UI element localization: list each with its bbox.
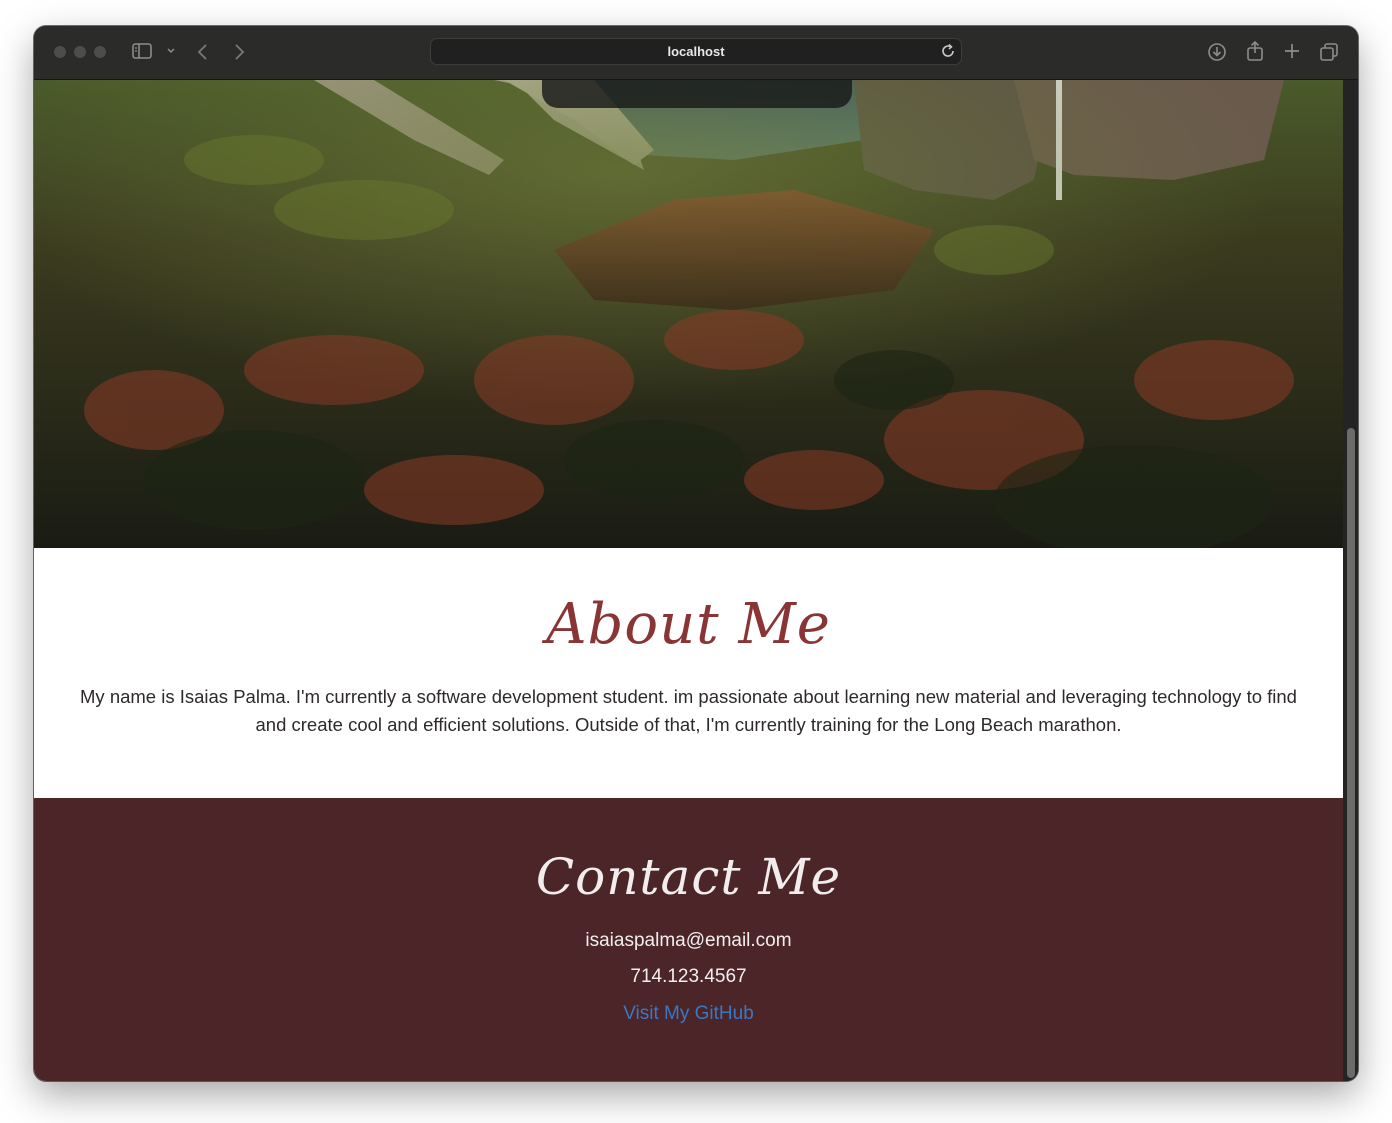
tab-overview-icon[interactable]	[1319, 42, 1339, 62]
sidebar-icon[interactable]	[132, 42, 152, 60]
back-icon[interactable]	[196, 42, 210, 62]
close-window-button[interactable]	[54, 46, 66, 58]
share-icon[interactable]	[1246, 40, 1264, 62]
contact-phone: 714.123.4567	[630, 966, 747, 987]
url-text[interactable]: localhost	[431, 44, 961, 59]
chevron-down-icon[interactable]	[166, 44, 176, 58]
zoom-window-button[interactable]	[94, 46, 106, 58]
nav-bar	[542, 80, 852, 108]
page-viewport: About Me My name is Isaias Palma. I'm cu…	[34, 80, 1343, 1081]
reload-icon[interactable]	[940, 43, 956, 64]
vertical-scrollbar[interactable]	[1343, 80, 1358, 1081]
forward-icon[interactable]	[232, 42, 246, 62]
contact-section: Contact Me isaiaspalma@email.com 714.123…	[34, 798, 1343, 1081]
about-paragraph: My name is Isaias Palma. I'm currently a…	[80, 686, 1297, 735]
browser-window: localhost About Me My name is Isaias Pal…	[34, 26, 1358, 1081]
about-heading: About Me	[546, 592, 831, 657]
github-link[interactable]: Visit My GitHub	[34, 1003, 1343, 1025]
contact-heading: Contact Me	[535, 848, 842, 906]
browser-toolbar: localhost	[34, 26, 1358, 80]
download-icon[interactable]	[1207, 42, 1227, 62]
address-bar[interactable]: localhost	[430, 38, 962, 65]
scrollbar-thumb[interactable]	[1347, 428, 1355, 1078]
minimize-window-button[interactable]	[74, 46, 86, 58]
hero-landscape-image	[34, 80, 1343, 548]
new-tab-icon[interactable]	[1283, 42, 1301, 60]
contact-email: isaiaspalma@email.com	[585, 930, 792, 951]
about-section: About Me My name is Isaias Palma. I'm cu…	[34, 548, 1343, 798]
